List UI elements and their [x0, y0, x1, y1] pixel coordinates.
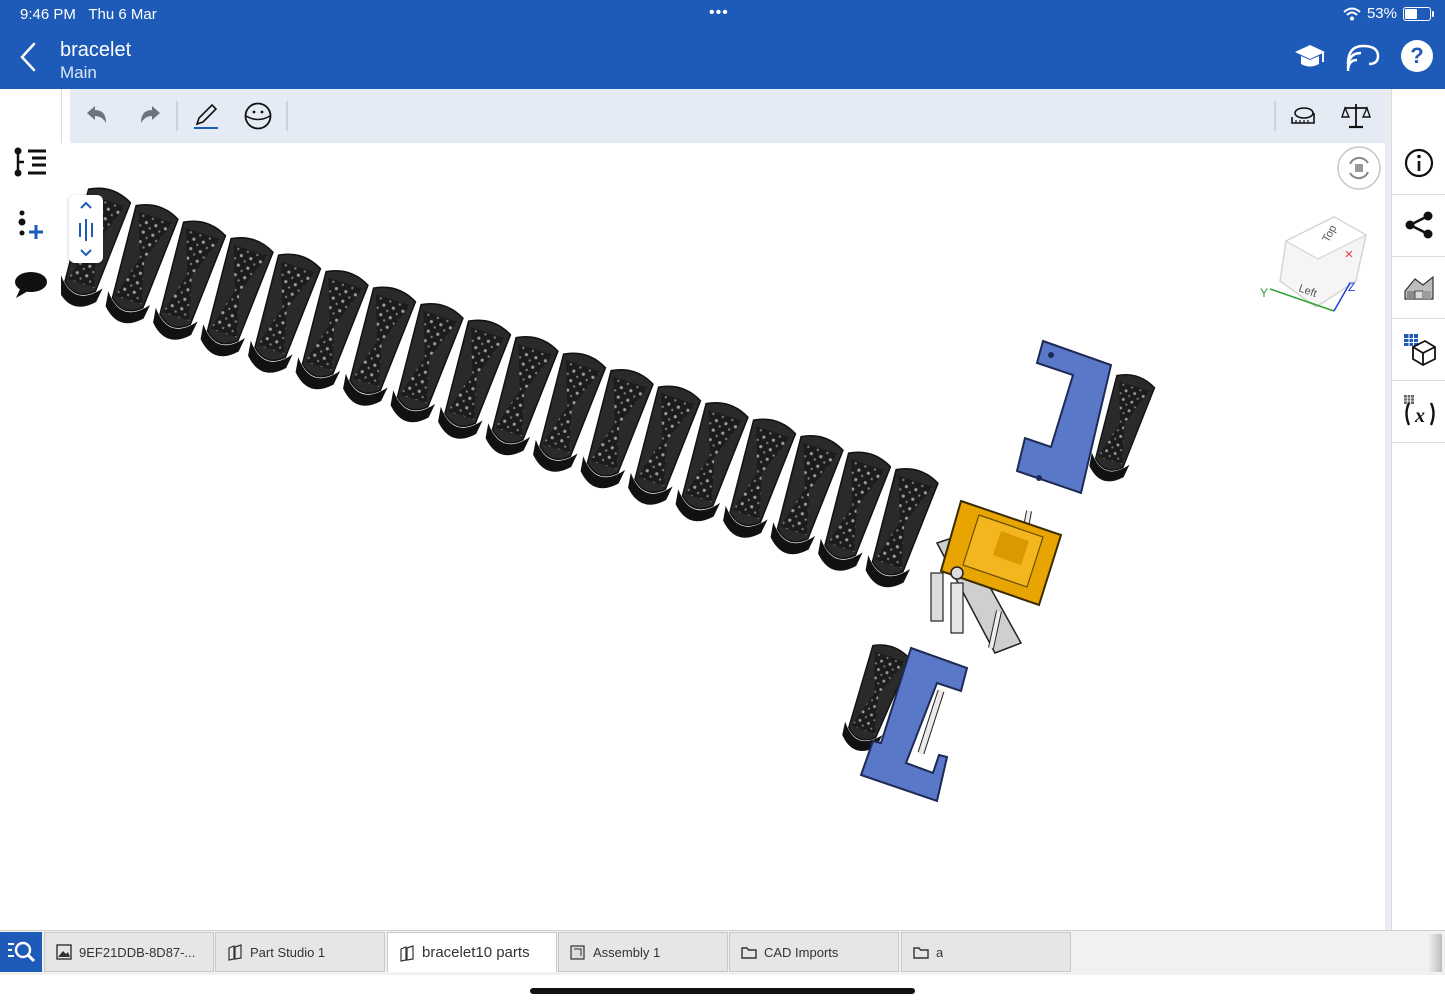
lower-clasp[interactable]: [836, 639, 969, 803]
axis-y-label: Y: [1260, 286, 1268, 300]
right-sidebar: x: [1391, 89, 1445, 930]
bracelet-links[interactable]: [61, 182, 941, 594]
multitasking-dots[interactable]: •••: [709, 4, 729, 22]
bom-button[interactable]: [1392, 319, 1445, 381]
tab-label: Assembly 1: [593, 944, 661, 960]
tab-label: bracelet10 parts: [422, 944, 530, 961]
rotate-view-icon[interactable]: [1336, 145, 1382, 191]
document-tab[interactable]: 9EF21DDB-8D87-...: [44, 932, 214, 972]
document-tab[interactable]: CAD Imports: [729, 932, 899, 972]
buckle-mechanism[interactable]: [930, 499, 1063, 654]
tab-label: CAD Imports: [764, 944, 839, 960]
top-bar: 9:46 PM Thu 6 Mar ••• 53% bracelet Main …: [0, 0, 1445, 89]
graphics-viewport[interactable]: Top Left Y Z: [61, 143, 1389, 930]
comments-icon[interactable]: [12, 268, 48, 302]
home-indicator[interactable]: [530, 988, 915, 994]
folder-icon: [913, 947, 929, 959]
variables-button[interactable]: x: [1392, 381, 1445, 443]
undo-icon[interactable]: [82, 101, 112, 131]
status-indicators: 53%: [1343, 5, 1434, 22]
measure-icon[interactable]: [1288, 101, 1318, 131]
toolbar-separator: [286, 101, 288, 131]
info-icon: [1404, 148, 1434, 178]
part-studio-icon: [400, 944, 414, 962]
branch-name[interactable]: Main: [60, 63, 97, 83]
document-tab[interactable]: Part Studio 1: [215, 932, 385, 972]
view-slider-handle[interactable]: [69, 195, 103, 263]
image-icon: [56, 944, 72, 960]
battery-percent: 53%: [1366, 5, 1397, 22]
view-mode-icon[interactable]: [243, 101, 273, 131]
document-tab[interactable]: Assembly 1: [558, 932, 728, 972]
tab-label: 9EF21DDB-8D87-...: [79, 944, 196, 960]
variables-icon: x: [1404, 395, 1435, 427]
tab-label: a: [936, 944, 944, 960]
share-icon: [1405, 211, 1433, 239]
learning-center-icon[interactable]: [1292, 38, 1328, 74]
back-icon[interactable]: [14, 40, 44, 74]
battery-icon: [1403, 6, 1434, 21]
folder-icon: [741, 947, 757, 959]
mass-properties-icon[interactable]: [1341, 101, 1371, 131]
search-icon: [8, 941, 36, 963]
status-time: 9:46 PM Thu 6 Mar: [20, 6, 157, 23]
svg-text:x: x: [1414, 405, 1425, 427]
connect-icon[interactable]: [1345, 38, 1381, 74]
redo-icon[interactable]: [135, 101, 165, 131]
info-button[interactable]: [1392, 133, 1445, 195]
axis-z-label: Z: [1348, 280, 1355, 294]
sketch-icon[interactable]: [191, 101, 221, 131]
document-title[interactable]: bracelet: [60, 39, 131, 62]
upper-clasp[interactable]: [1015, 339, 1157, 495]
share-button[interactable]: [1392, 195, 1445, 257]
svg-text:?: ?: [1410, 43, 1423, 68]
document-tab[interactable]: a: [901, 932, 1071, 972]
bill-of-materials-icon: [1404, 334, 1436, 367]
left-sidebar: [0, 89, 62, 930]
toolbar-separator: [1274, 101, 1276, 131]
view-cube[interactable]: Top Left Y Z: [1256, 211, 1376, 321]
toolbar-separator: [176, 101, 178, 131]
part-studio-icon: [228, 944, 242, 961]
tab-label: Part Studio 1: [250, 944, 326, 960]
assembly-icon: [570, 945, 585, 960]
tab-search-button[interactable]: [0, 932, 42, 972]
help-icon[interactable]: ?: [1399, 38, 1435, 74]
appearance-icon: [1404, 275, 1434, 300]
tab-scroll-edge[interactable]: [1428, 934, 1442, 972]
toolbar: [70, 89, 1385, 143]
appearance-button[interactable]: [1392, 257, 1445, 319]
document-tab[interactable]: bracelet10 parts: [387, 932, 557, 972]
model-canvas[interactable]: [61, 143, 1389, 930]
feature-list-icon[interactable]: [12, 145, 48, 179]
wifi-icon: [1343, 7, 1361, 20]
insert-icon[interactable]: [12, 207, 48, 241]
